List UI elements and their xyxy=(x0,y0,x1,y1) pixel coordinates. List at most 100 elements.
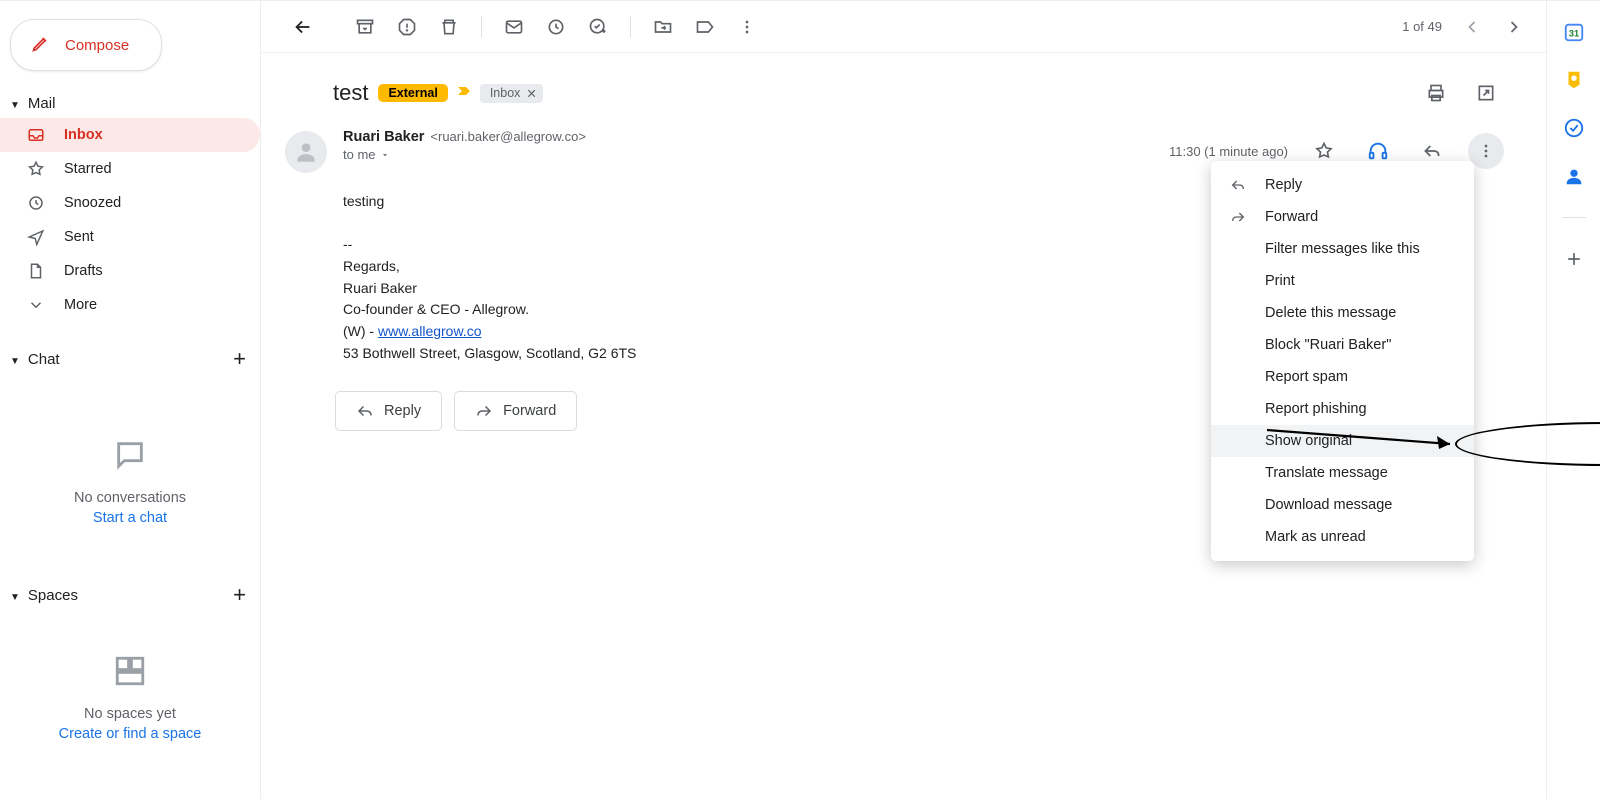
sidebar-item-sent[interactable]: Sent xyxy=(0,220,260,254)
sidebar-item-label: Sent xyxy=(64,229,94,245)
chat-section-header[interactable]: ▼Chat + xyxy=(0,340,260,378)
sidebar: Compose ▼ Mail Inbox Starred Snoozed xyxy=(0,1,260,799)
svg-text:31: 31 xyxy=(1568,29,1578,39)
sidebar-item-label: Starred xyxy=(64,161,112,177)
next-button[interactable] xyxy=(1494,7,1534,47)
calendar-icon[interactable]: 31 xyxy=(1563,21,1585,43)
pencil-icon xyxy=(31,33,51,57)
menu-item-print[interactable]: Print xyxy=(1211,265,1474,297)
add-addon-icon[interactable] xyxy=(1563,248,1585,270)
chat-empty-text: No conversations xyxy=(74,490,186,506)
prev-button[interactable] xyxy=(1452,7,1492,47)
menu-label: Show original xyxy=(1265,433,1352,449)
main-content: 1 of 49 test External Inbox ✕ xyxy=(260,1,1546,799)
spaces-empty-text: No spaces yet xyxy=(84,706,176,722)
create-space-link[interactable]: Create or find a space xyxy=(59,726,202,742)
sidebar-item-snoozed[interactable]: Snoozed xyxy=(0,186,260,220)
caret-down-icon: ▼ xyxy=(10,592,20,603)
open-new-window-button[interactable] xyxy=(1468,75,1504,111)
menu-label: Filter messages like this xyxy=(1265,241,1420,257)
menu-item-spam[interactable]: Report spam xyxy=(1211,361,1474,393)
caret-down-icon: ▼ xyxy=(10,100,20,111)
chevron-down-icon xyxy=(26,296,46,314)
menu-item-download[interactable]: Download message xyxy=(1211,489,1474,521)
inbox-chip-label: Inbox xyxy=(490,86,521,100)
menu-item-mark-unread[interactable]: Mark as unread xyxy=(1211,521,1474,553)
menu-item-filter[interactable]: Filter messages like this xyxy=(1211,233,1474,265)
to-text: to me xyxy=(343,147,376,162)
clock-icon xyxy=(26,194,46,212)
menu-label: Delete this message xyxy=(1265,305,1396,321)
subject-title: test xyxy=(333,80,368,106)
side-panel: 31 xyxy=(1546,1,1600,799)
menu-item-reply[interactable]: Reply xyxy=(1211,169,1474,201)
mark-unread-button[interactable] xyxy=(494,7,534,47)
menu-label: Report spam xyxy=(1265,369,1348,385)
reply-icon xyxy=(356,402,374,420)
forward-button[interactable]: Forward xyxy=(454,391,577,431)
sidebar-item-label: More xyxy=(64,297,97,313)
contacts-icon[interactable] xyxy=(1563,165,1585,187)
message-more-menu: Reply Forward Filter messages like this … xyxy=(1211,161,1474,561)
snooze-button[interactable] xyxy=(536,7,576,47)
sidebar-item-more[interactable]: More xyxy=(0,288,260,322)
chat-empty-state: No conversations Start a chat xyxy=(0,438,260,526)
signature-link-prefix: (W) - xyxy=(343,323,378,339)
menu-item-delete[interactable]: Delete this message xyxy=(1211,297,1474,329)
avatar xyxy=(285,131,327,173)
forward-icon xyxy=(475,402,493,420)
remove-label-icon[interactable]: ✕ xyxy=(526,86,536,101)
external-badge: External xyxy=(378,84,447,102)
reply-button[interactable]: Reply xyxy=(335,391,442,431)
caret-down-icon xyxy=(380,150,390,160)
archive-button[interactable] xyxy=(345,7,385,47)
from-email: <ruari.baker@allegrow.co> xyxy=(430,129,586,144)
sidebar-item-inbox[interactable]: Inbox xyxy=(0,118,260,152)
more-toolbar-button[interactable] xyxy=(727,7,767,47)
sidebar-item-starred[interactable]: Starred xyxy=(0,152,260,186)
reply-icon xyxy=(1229,177,1247,193)
menu-label: Mark as unread xyxy=(1265,529,1366,545)
signature-link[interactable]: www.allegrow.co xyxy=(378,323,482,339)
labels-button[interactable] xyxy=(685,7,725,47)
chat-header-label: Chat xyxy=(28,351,60,368)
mail-header-label: Mail xyxy=(28,95,56,112)
inbox-icon xyxy=(26,126,46,144)
add-to-tasks-button[interactable] xyxy=(578,7,618,47)
to-line[interactable]: to me xyxy=(343,147,1153,162)
chat-icon xyxy=(113,438,147,476)
pagination-text: 1 of 49 xyxy=(1402,19,1442,34)
back-button[interactable] xyxy=(283,7,323,47)
star-icon xyxy=(26,160,46,178)
label-arrow-icon xyxy=(456,83,472,104)
delete-button[interactable] xyxy=(429,7,469,47)
inbox-chip[interactable]: Inbox ✕ xyxy=(480,84,543,103)
file-icon xyxy=(26,262,46,280)
menu-label: Download message xyxy=(1265,497,1392,513)
spaces-section-header[interactable]: ▼ Spaces + xyxy=(0,576,260,614)
reply-label: Reply xyxy=(384,403,421,419)
mail-section-header[interactable]: ▼ Mail xyxy=(0,89,260,118)
spaces-header-label: Spaces xyxy=(28,587,78,604)
message-time: 11:30 (1 minute ago) xyxy=(1169,144,1288,159)
menu-item-forward[interactable]: Forward xyxy=(1211,201,1474,233)
menu-label: Forward xyxy=(1265,209,1318,225)
rail-divider xyxy=(1562,217,1586,218)
move-to-button[interactable] xyxy=(643,7,683,47)
keep-icon[interactable] xyxy=(1563,69,1585,91)
sidebar-item-drafts[interactable]: Drafts xyxy=(0,254,260,288)
start-chat-link[interactable]: Start a chat xyxy=(93,510,167,526)
compose-button[interactable]: Compose xyxy=(10,19,162,71)
menu-item-block[interactable]: Block "Ruari Baker" xyxy=(1211,329,1474,361)
forward-label: Forward xyxy=(503,403,556,419)
menu-item-show-original[interactable]: Show original xyxy=(1211,425,1474,457)
print-button[interactable] xyxy=(1418,75,1454,111)
menu-label: Translate message xyxy=(1265,465,1388,481)
report-spam-button[interactable] xyxy=(387,7,427,47)
new-chat-button[interactable]: + xyxy=(233,346,246,372)
new-space-button[interactable]: + xyxy=(233,582,246,608)
sidebar-item-label: Snoozed xyxy=(64,195,121,211)
menu-item-phishing[interactable]: Report phishing xyxy=(1211,393,1474,425)
menu-item-translate[interactable]: Translate message xyxy=(1211,457,1474,489)
tasks-icon[interactable] xyxy=(1563,117,1585,139)
